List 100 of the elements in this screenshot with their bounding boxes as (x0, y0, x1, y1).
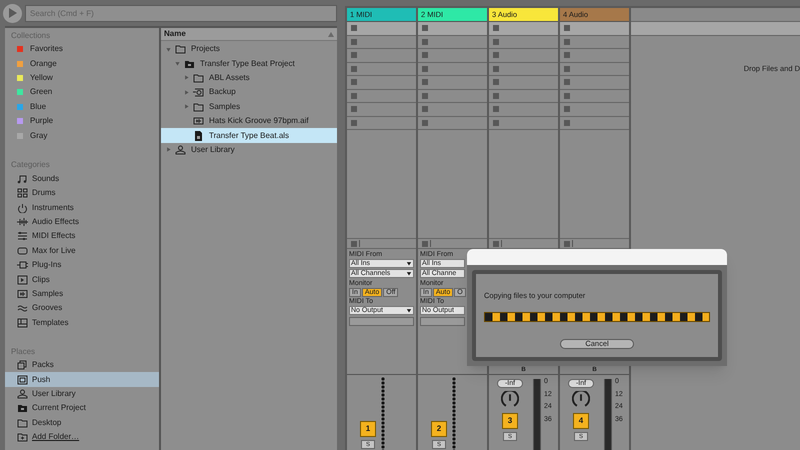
track-number-button[interactable]: 4 (573, 413, 589, 429)
play-icon[interactable] (3, 4, 22, 22)
tree-row[interactable]: Samples (161, 100, 337, 114)
track-number-button[interactable]: 3 (502, 413, 518, 429)
clip-slot[interactable] (489, 49, 558, 62)
add-folder-icon (17, 432, 28, 442)
category-item[interactable]: Samples (32, 288, 64, 300)
stop-icon[interactable] (351, 240, 357, 246)
person-icon (175, 144, 186, 155)
folder-icon (175, 44, 186, 54)
stop-icon[interactable] (422, 240, 428, 246)
clip-slot[interactable] (560, 49, 629, 62)
column-header[interactable]: Name (161, 28, 337, 41)
folder-icon (17, 418, 28, 428)
pan-knob-icon[interactable] (572, 391, 590, 409)
place-item[interactable]: User Library (5, 386, 159, 402)
place-item[interactable]: Packs (5, 358, 159, 372)
category-item[interactable]: Plug-Ins (32, 259, 62, 272)
category-item[interactable]: Grooves (32, 302, 62, 314)
folder-icon (193, 102, 204, 112)
clip-slot[interactable] (418, 49, 487, 62)
stop-icon (351, 66, 357, 72)
input-field[interactable] (349, 317, 414, 326)
place-item[interactable]: Desktop (5, 416, 159, 430)
stop-icon (422, 120, 428, 126)
stop-icon (351, 92, 357, 99)
stop-icon (422, 25, 428, 32)
tree-row[interactable]: ABL Assets (161, 70, 337, 86)
stop-icon (493, 25, 499, 32)
collection-item[interactable]: Favorites (30, 43, 63, 56)
plug-icon (17, 260, 28, 270)
input-field[interactable] (420, 317, 465, 326)
category-item[interactable]: Clips (32, 274, 50, 286)
stop-icon (493, 92, 499, 99)
stop-icon[interactable] (564, 240, 570, 246)
collection-item[interactable]: Blue (30, 100, 46, 113)
clip-slot[interactable] (418, 76, 487, 90)
clip-slot[interactable] (560, 76, 629, 90)
clip-slot[interactable] (347, 76, 416, 90)
clip-slot[interactable] (347, 103, 416, 116)
collection-item[interactable]: Purple (30, 115, 54, 128)
stop-icon (422, 79, 428, 86)
stop-icon (564, 38, 570, 45)
grid-icon (17, 188, 28, 198)
tree-row[interactable]: User Library (161, 142, 337, 158)
clip-slot[interactable] (560, 22, 629, 36)
clip-slot[interactable] (418, 22, 487, 36)
clip-slot[interactable] (347, 49, 416, 62)
tree-row[interactable]: Transfer Type Beat Project (161, 56, 337, 71)
stop-icon (351, 25, 357, 32)
collection-item[interactable]: Orange (30, 58, 57, 70)
category-item[interactable]: Audio Effects (32, 216, 79, 228)
stop-icon (493, 38, 499, 45)
stop-icon (564, 25, 570, 32)
category-item[interactable]: Max for Live (32, 244, 76, 257)
project-folder-icon (184, 58, 195, 69)
document-icon (193, 130, 204, 141)
collection-item[interactable]: Gray (30, 130, 48, 142)
category-item[interactable]: MIDI Effects (32, 230, 76, 242)
stop-icon (351, 79, 357, 86)
wave-icon (17, 303, 28, 314)
place-item[interactable]: Push (5, 372, 159, 387)
stop-icon (564, 106, 570, 112)
stop-icon (493, 120, 499, 126)
tree-row[interactable]: Hats Kick Groove 97bpm.aif (161, 114, 337, 128)
square-frame-icon (17, 374, 28, 385)
stop-icon (564, 79, 570, 86)
clip-slot[interactable] (489, 103, 558, 116)
clock-folder-icon (193, 87, 204, 98)
clip-slot[interactable] (560, 103, 629, 116)
sort-icon (328, 32, 334, 36)
track-number-button[interactable]: 2 (431, 421, 447, 437)
category-item[interactable]: Sounds (32, 172, 60, 185)
category-item[interactable]: Drums (32, 187, 56, 200)
collection-item[interactable]: Green (30, 86, 52, 98)
waveform-icon (17, 217, 28, 228)
clip-slot[interactable] (489, 22, 558, 36)
stop-icon (422, 52, 428, 58)
stop-icon (564, 52, 570, 58)
stop-icon (493, 66, 499, 72)
scene-row[interactable] (631, 22, 800, 36)
place-item[interactable]: Add Folder… (5, 430, 159, 444)
category-item[interactable]: Templates (32, 316, 68, 329)
pan-knob-icon[interactable] (501, 391, 519, 409)
category-item[interactable]: Instruments (32, 202, 74, 214)
tree-row[interactable]: Backup (161, 85, 337, 100)
stop-icon (422, 38, 428, 45)
template-icon (17, 318, 28, 328)
track-number-button[interactable]: 1 (360, 421, 376, 437)
tree-row[interactable]: Projects (161, 42, 337, 56)
clip-slot[interactable] (489, 76, 558, 90)
clip-slot[interactable] (347, 22, 416, 36)
stop-icon[interactable] (493, 240, 499, 246)
stop-icon (564, 92, 570, 99)
project-folder-icon (17, 403, 28, 414)
collection-item[interactable]: Yellow (30, 72, 53, 84)
place-item[interactable]: Current Project (5, 401, 159, 416)
stop-icon (422, 66, 428, 72)
clip-slot[interactable] (418, 103, 487, 116)
tree-row[interactable]: Transfer Type Beat.als (161, 128, 337, 143)
